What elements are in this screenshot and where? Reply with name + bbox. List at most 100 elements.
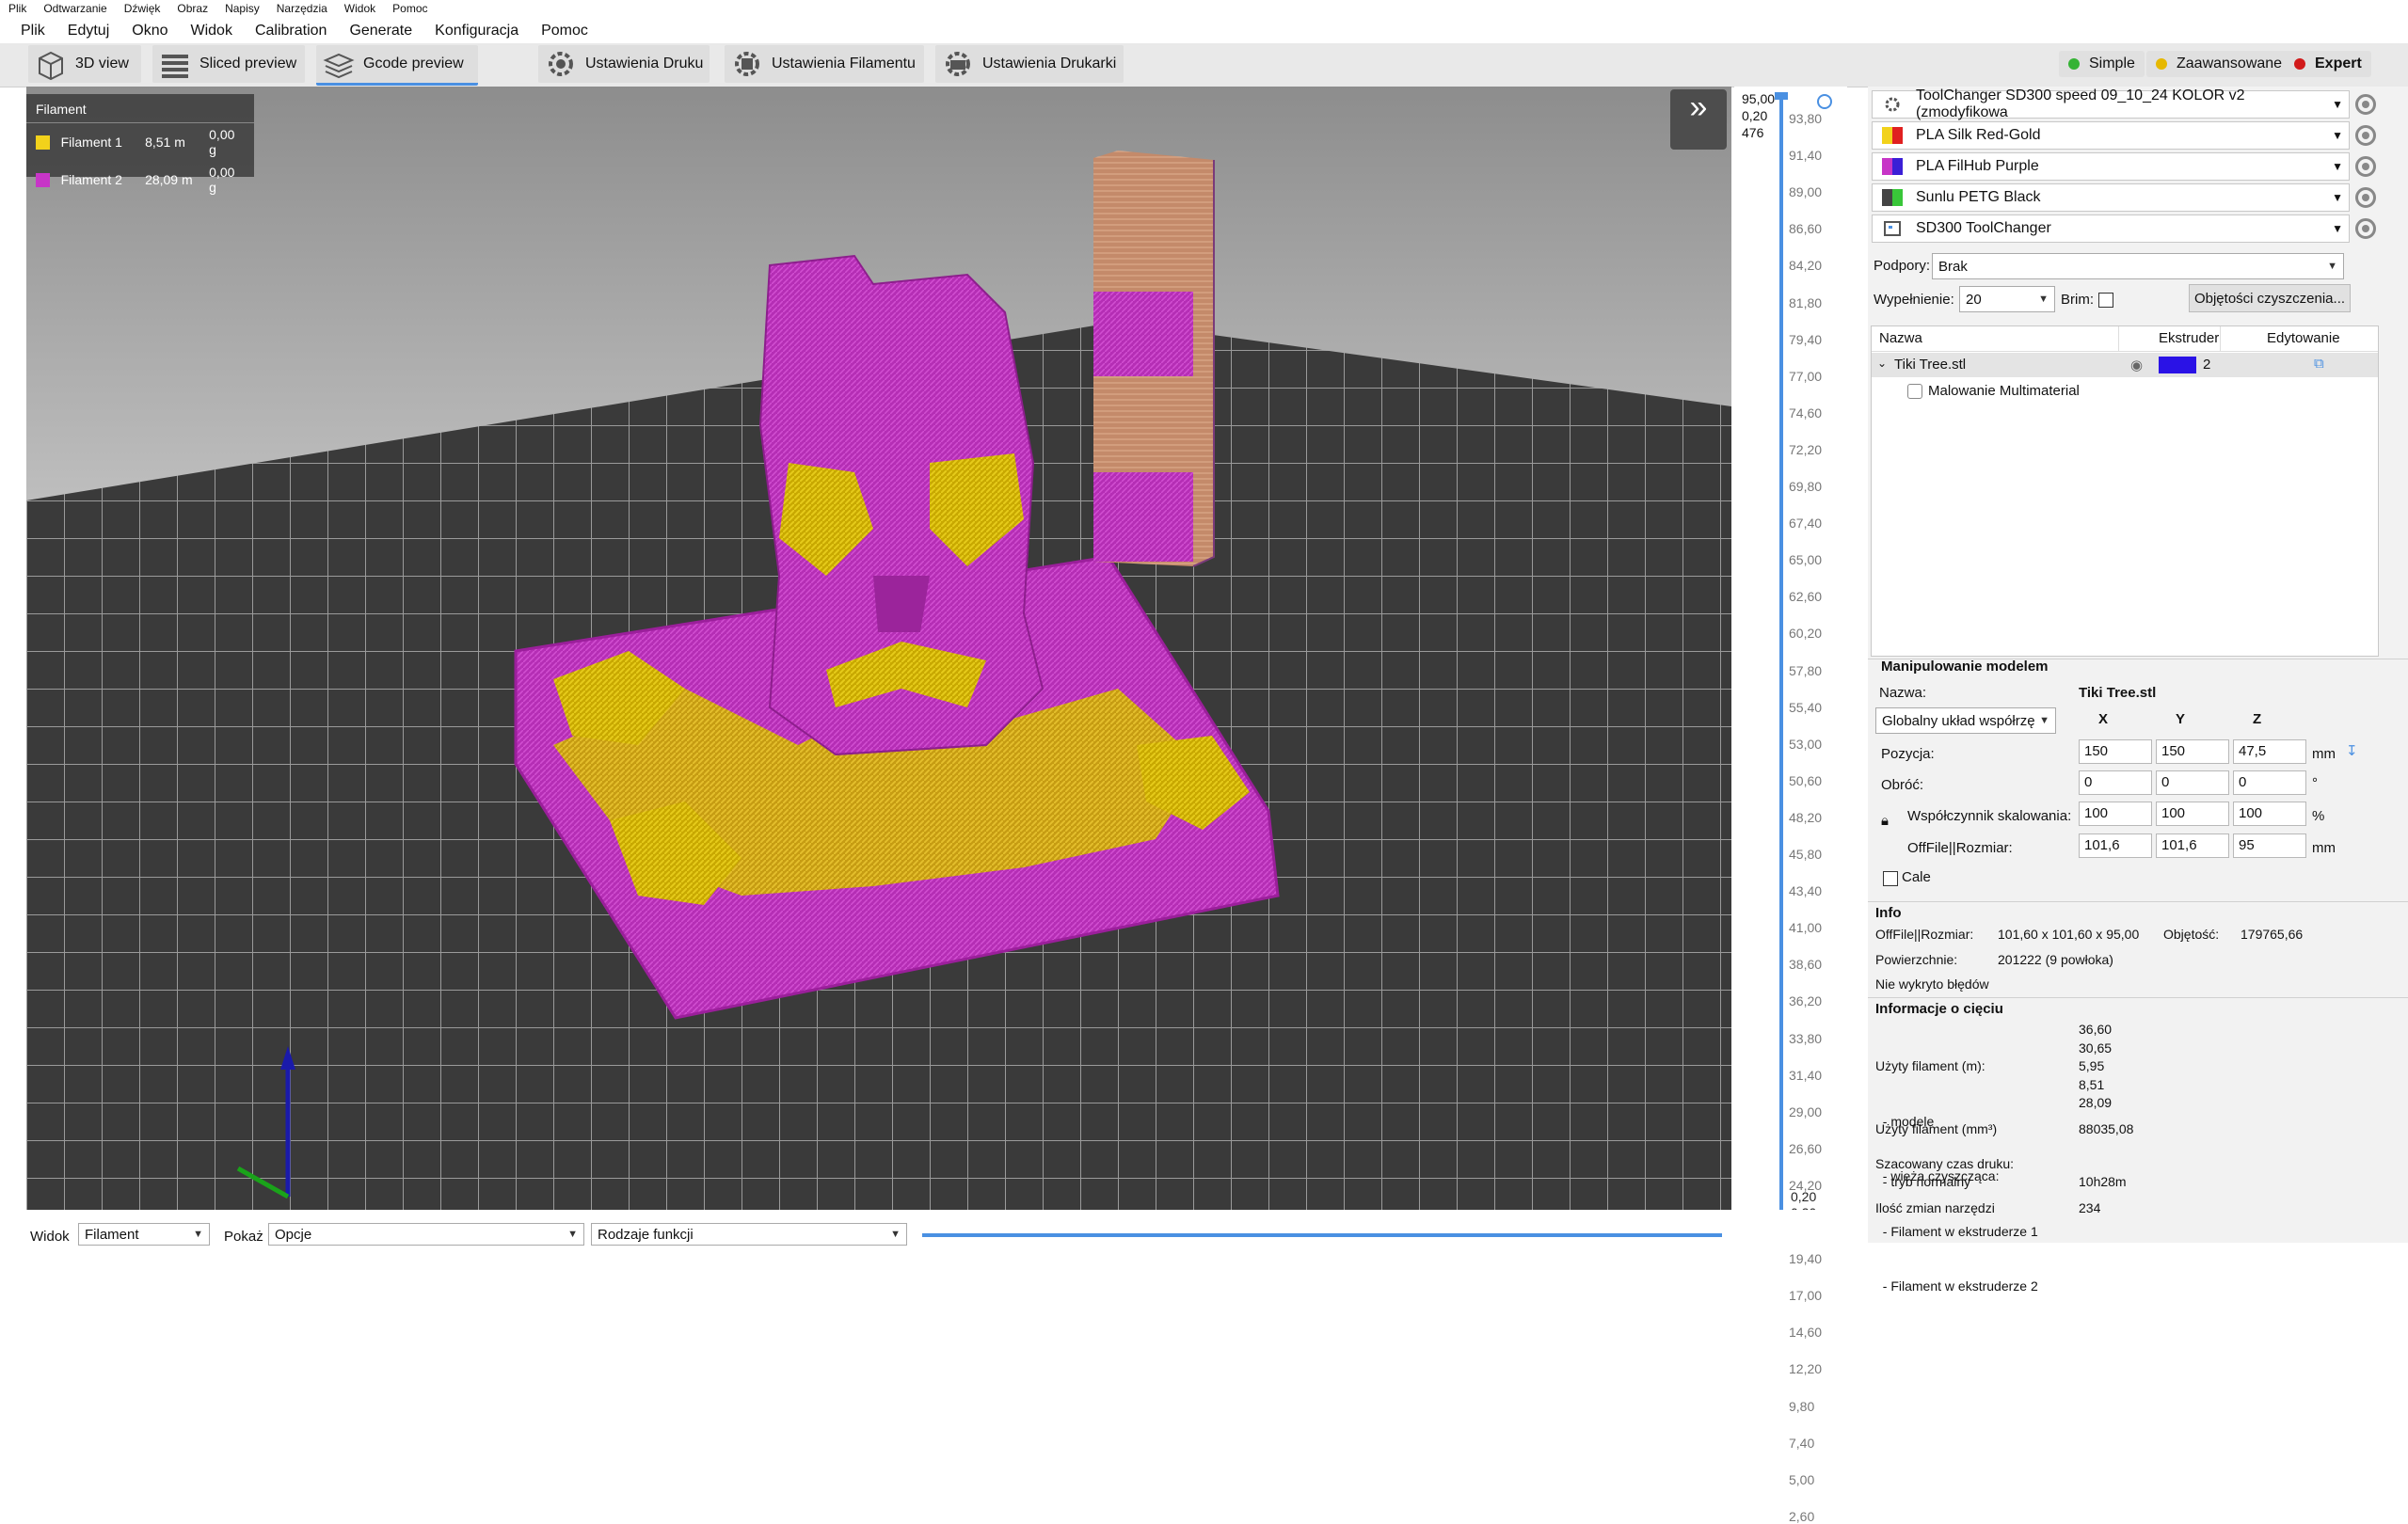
scale-x-input[interactable]: 100	[2079, 802, 2152, 826]
menu-help[interactable]: Pomoc	[530, 19, 599, 40]
filament-1-settings-icon[interactable]	[2355, 125, 2376, 146]
horizontal-move-slider[interactable]	[922, 1233, 1722, 1237]
mode-label: Zaawansowane	[2177, 56, 2283, 71]
feature-types-select[interactable]: Rodzaje funkcji ▼	[591, 1223, 907, 1246]
sys-menu-item[interactable]: Dźwięk	[116, 0, 169, 15]
normal-mode-time: 10h28m	[2079, 1174, 2127, 1189]
menu-configuration[interactable]: Konfiguracja	[423, 19, 530, 40]
printer-settings-gear-icon	[946, 52, 970, 76]
chevron-down-icon: ▼	[2332, 129, 2343, 142]
printer-preset-settings-icon[interactable]	[2355, 94, 2376, 115]
mode-simple-button[interactable]: Simple	[2059, 51, 2145, 77]
show-options-select[interactable]: Opcje ▼	[268, 1223, 584, 1246]
sys-menu-item[interactable]: Narzędzia	[268, 0, 336, 15]
tab-print-settings[interactable]: Ustawienia Druku	[538, 45, 710, 83]
menu-view[interactable]: Widok	[180, 19, 244, 40]
info-errors: Nie wykryto błędów	[1875, 976, 1989, 992]
view-type-label: Widok	[30, 1229, 70, 1245]
slider-tick-label: 41,00	[1789, 920, 1823, 936]
edit-object-icon[interactable]: ⧉	[2314, 356, 2324, 372]
chevron-down-icon: ▼	[2332, 222, 2343, 235]
filament-color-icon	[1882, 158, 1903, 175]
tab-sliced-preview[interactable]: Sliced preview	[152, 45, 305, 83]
sys-menu-item[interactable]: Napisy	[216, 0, 268, 15]
slider-tick-label: 55,40	[1789, 699, 1823, 715]
filament-preset-select-2[interactable]: PLA FilHub Purple ▼	[1872, 152, 2350, 181]
menu-edit[interactable]: Edytuj	[56, 19, 120, 40]
sys-menu-item[interactable]: Pomoc	[384, 0, 436, 15]
scale-y-input[interactable]: 100	[2156, 802, 2229, 826]
position-x-input[interactable]: 150	[2079, 739, 2152, 764]
print-settings-gear-icon	[549, 52, 573, 76]
filament-preset-select-1[interactable]: PLA Silk Red-Gold ▼	[1872, 121, 2350, 150]
slider-tick-label: 84,20	[1789, 258, 1823, 274]
size-unit: mm	[2312, 840, 2336, 856]
position-y-input[interactable]: 150	[2156, 739, 2229, 764]
slider-tick-label: 93,80	[1789, 111, 1823, 126]
rotation-y-input[interactable]: 0	[2156, 770, 2229, 795]
sys-menu-item[interactable]: Odtwarzanie	[35, 0, 115, 15]
physical-printer-select[interactable]: SD300 ToolChanger ▼	[1872, 214, 2350, 243]
slice-info-row-value: 5,95	[2079, 1058, 2105, 1073]
expand-chevron-icon[interactable]: ⌄	[1877, 357, 1887, 370]
slider-tick-label: 12,20	[1789, 1361, 1823, 1377]
collapse-sidebar-button[interactable]: »	[1670, 89, 1727, 150]
position-z-input[interactable]: 47,5	[2233, 739, 2306, 764]
size-x-input[interactable]: 101,6	[2079, 833, 2152, 858]
brim-checkbox[interactable]	[2098, 293, 2113, 308]
column-edit[interactable]: Edytowanie	[2267, 330, 2340, 346]
visibility-eye-icon[interactable]: ◉	[2130, 357, 2143, 373]
slice-info-values: 36,60 30,65 5,95 8,51 28,09	[2079, 1021, 2112, 1113]
menu-window[interactable]: Okno	[120, 19, 179, 40]
slice-info-row-label: - Filament w ekstruderze 1	[1875, 1223, 2038, 1239]
column-name[interactable]: Nazwa	[1879, 330, 1922, 346]
view-type-select[interactable]: Filament ▼	[78, 1223, 210, 1246]
sys-menu-item[interactable]: Plik	[0, 0, 35, 15]
slider-track[interactable]	[1779, 96, 1783, 1215]
rotation-x-input[interactable]: 0	[2079, 770, 2152, 795]
sys-menu-item[interactable]: Obraz	[168, 0, 216, 15]
supports-select[interactable]: Brak ▼	[1932, 253, 2344, 279]
sys-menu-item[interactable]: Widok	[336, 0, 384, 15]
tab-filament-settings[interactable]: Ustawienia Filamentu	[725, 45, 924, 83]
object-list[interactable]: Nazwa Ekstruder Edytowanie ⌄ Tiki Tree.s…	[1871, 325, 2379, 657]
filament-mm3-label: Użyty filament (mm³)	[1875, 1121, 1998, 1136]
expert-mode-dot-icon	[2294, 58, 2305, 70]
scale-z-input[interactable]: 100	[2233, 802, 2306, 826]
legend-item-name: Filament 1	[60, 135, 122, 150]
mode-expert-button[interactable]: Expert	[2285, 51, 2371, 77]
menu-file[interactable]: Plik	[0, 19, 56, 40]
chevron-down-icon: ▼	[2332, 191, 2343, 204]
tab-gcode-preview[interactable]: Gcode preview	[316, 45, 478, 86]
coordinate-system-select[interactable]: Globalny układ współrzę ▼	[1875, 707, 2056, 734]
filament-2-settings-icon[interactable]	[2355, 156, 2376, 177]
printer-preset-select[interactable]: ToolChanger SD300 speed 09_10_24 KOLOR v…	[1872, 87, 2350, 120]
size-y-input[interactable]: 101,6	[2156, 833, 2229, 858]
column-extruder[interactable]: Ekstruder	[2159, 330, 2219, 346]
tab-printer-settings[interactable]: Ustawienia Drukarki	[935, 45, 1124, 83]
filament-3-settings-icon[interactable]	[2355, 187, 2376, 208]
infill-select[interactable]: 20 ▼	[1959, 286, 2055, 312]
purge-volumes-button[interactable]: Objętości czyszczenia...	[2189, 284, 2351, 312]
object-row[interactable]: ⌄ Tiki Tree.stl ◉ 2 ⧉	[1872, 353, 2378, 377]
inches-checkbox[interactable]	[1883, 871, 1898, 886]
tab-3d-view[interactable]: 3D view	[28, 45, 141, 83]
scale-lock-icon[interactable]: 🔒︎	[1881, 813, 1889, 829]
scale-label: Współczynnik skalowania:	[1907, 808, 2072, 824]
layer-slider[interactable]: 95,00 0,20 476 93,80 91,40 89,00 86,60 84,20…	[1734, 87, 1847, 1524]
mode-advanced-button[interactable]: Zaawansowane	[2146, 51, 2292, 77]
slider-tick-label: 9,80	[1789, 1398, 1815, 1414]
extruder-color-swatch[interactable]	[2159, 357, 2196, 373]
rotation-z-input[interactable]: 0	[2233, 770, 2306, 795]
size-z-input[interactable]: 95	[2233, 833, 2306, 858]
menu-calibration[interactable]: Calibration	[244, 19, 338, 40]
object-child-row[interactable]: Malowanie Multimaterial	[1872, 379, 2378, 404]
filament-preset-select-3[interactable]: Sunlu PETG Black ▼	[1872, 183, 2350, 212]
slider-top-thumb[interactable]	[1775, 92, 1788, 100]
menu-generate[interactable]: Generate	[338, 19, 423, 40]
add-color-change-icon[interactable]	[1817, 94, 1832, 109]
gcode-3d-viewport[interactable]	[26, 87, 1731, 1210]
tool-changes-label: Ilość zmian narzędzi	[1875, 1200, 1995, 1215]
physical-printer-settings-icon[interactable]	[2355, 218, 2376, 239]
drop-to-bed-icon[interactable]: ↧	[2346, 742, 2358, 759]
